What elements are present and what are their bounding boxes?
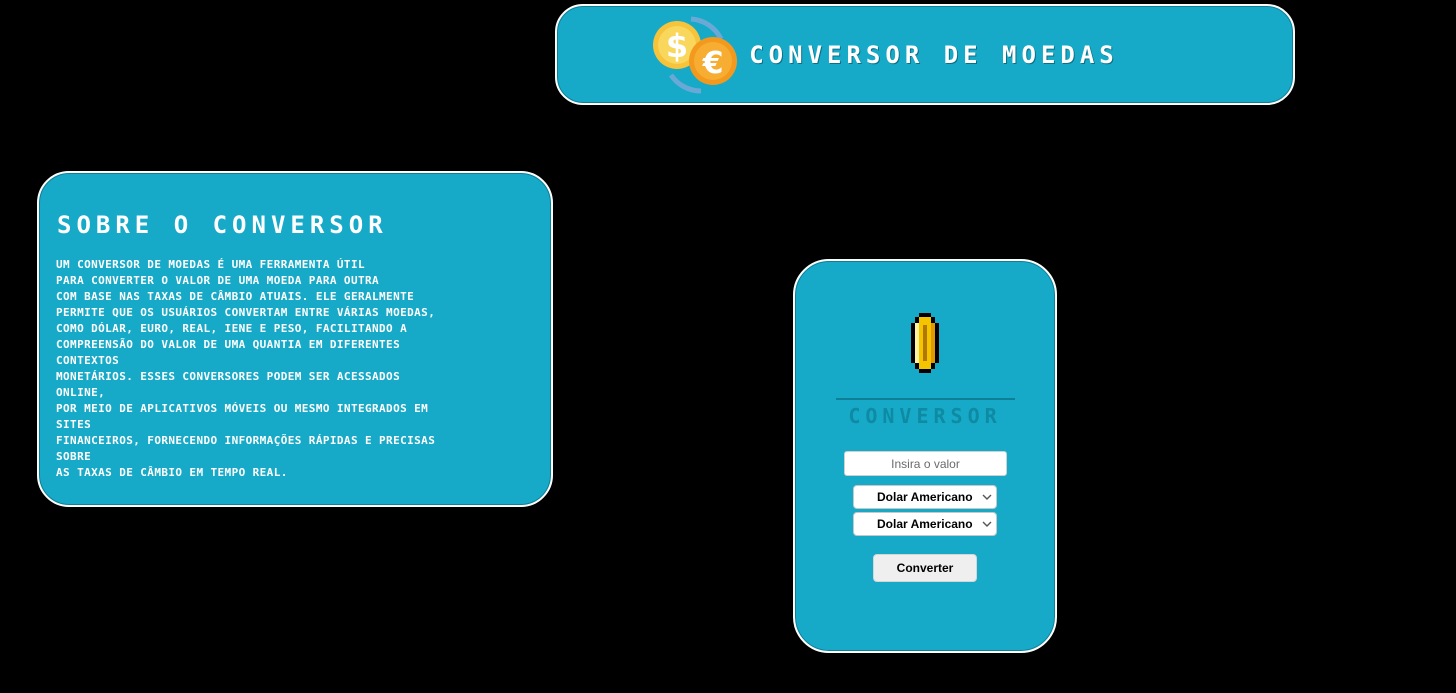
coin-icon	[911, 313, 939, 373]
to-currency-select[interactable]: Dolar Americano	[853, 512, 997, 536]
converter-card: Conversor Dolar Americano Dolar American…	[793, 259, 1057, 653]
converter-title: Conversor	[848, 404, 1002, 428]
about-title: Sobre o Conversor	[57, 211, 388, 239]
about-description: Um conversor de moedas é uma ferramenta …	[56, 258, 436, 479]
header-banner: $ € Conversor de Moedas	[555, 4, 1295, 105]
page-title: Conversor de Moedas	[749, 40, 1119, 69]
title-divider	[836, 398, 1015, 400]
value-input[interactable]	[844, 451, 1007, 476]
about-card: Sobre o Conversor Um conversor de moedas…	[37, 171, 553, 507]
convert-button[interactable]: Converter	[873, 554, 977, 582]
chevron-down-icon	[982, 521, 992, 527]
from-currency-select[interactable]: Dolar Americano	[853, 485, 997, 509]
to-currency-value: Dolar Americano	[877, 517, 973, 531]
currency-exchange-icon: $ €	[653, 16, 738, 94]
svg-text:$: $	[666, 27, 688, 65]
chevron-down-icon	[982, 494, 992, 500]
from-currency-value: Dolar Americano	[877, 490, 973, 504]
svg-text:€: €	[702, 46, 724, 81]
